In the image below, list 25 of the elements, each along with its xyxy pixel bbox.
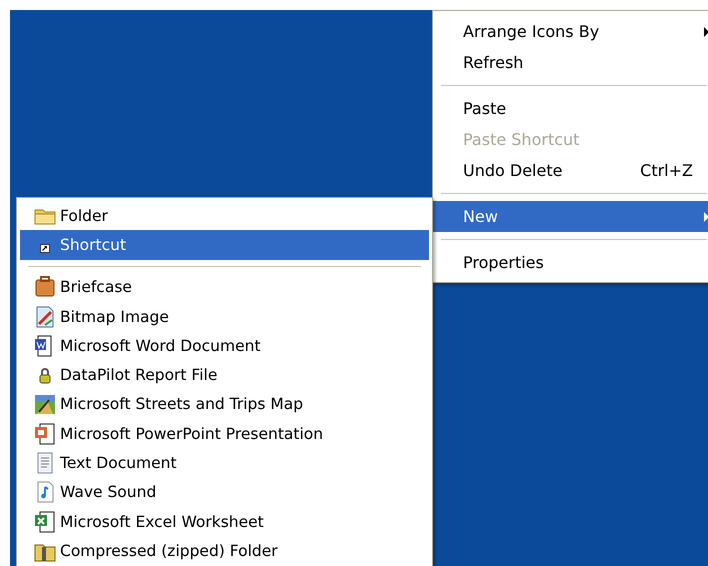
submenu-arrow-icon <box>704 212 708 222</box>
menu-item[interactable]: Bitmap Image <box>20 302 429 332</box>
submenu-arrow-icon <box>704 26 708 36</box>
map-icon <box>33 392 57 416</box>
menu-item[interactable]: Compressed (zipped) Folder <box>20 536 429 566</box>
menu-item[interactable]: Arrange Icons By <box>433 16 708 47</box>
menu-item[interactable]: Text Document <box>20 448 429 478</box>
menu-item[interactable]: Microsoft Excel Worksheet <box>20 506 429 536</box>
shortcut-icon <box>40 244 50 254</box>
menu-item[interactable]: Shortcut <box>20 230 429 260</box>
briefcase-icon <box>33 275 57 300</box>
menu-item[interactable]: Microsoft Word Document <box>20 331 429 360</box>
spreadsheet-icon <box>33 510 57 534</box>
menu-item[interactable]: Paste <box>433 93 708 124</box>
menu-item[interactable]: Properties <box>433 247 708 278</box>
slides-icon <box>33 422 57 446</box>
menu-item[interactable]: Microsoft PowerPoint Presentation <box>20 419 429 448</box>
menu-item[interactable]: Wave Sound <box>20 478 429 507</box>
menu-item[interactable]: Refresh <box>433 47 708 78</box>
menu-item[interactable]: Undo Delete Ctrl+Z <box>433 155 708 186</box>
menu-item[interactable]: DataPilot Report File <box>20 360 429 390</box>
menu-item[interactable]: New <box>433 201 708 232</box>
menu-item[interactable]: Briefcase <box>20 272 429 302</box>
menu-item[interactable]: Folder <box>20 201 429 230</box>
menu-item[interactable]: Microsoft Streets and Trips Map <box>20 390 429 420</box>
